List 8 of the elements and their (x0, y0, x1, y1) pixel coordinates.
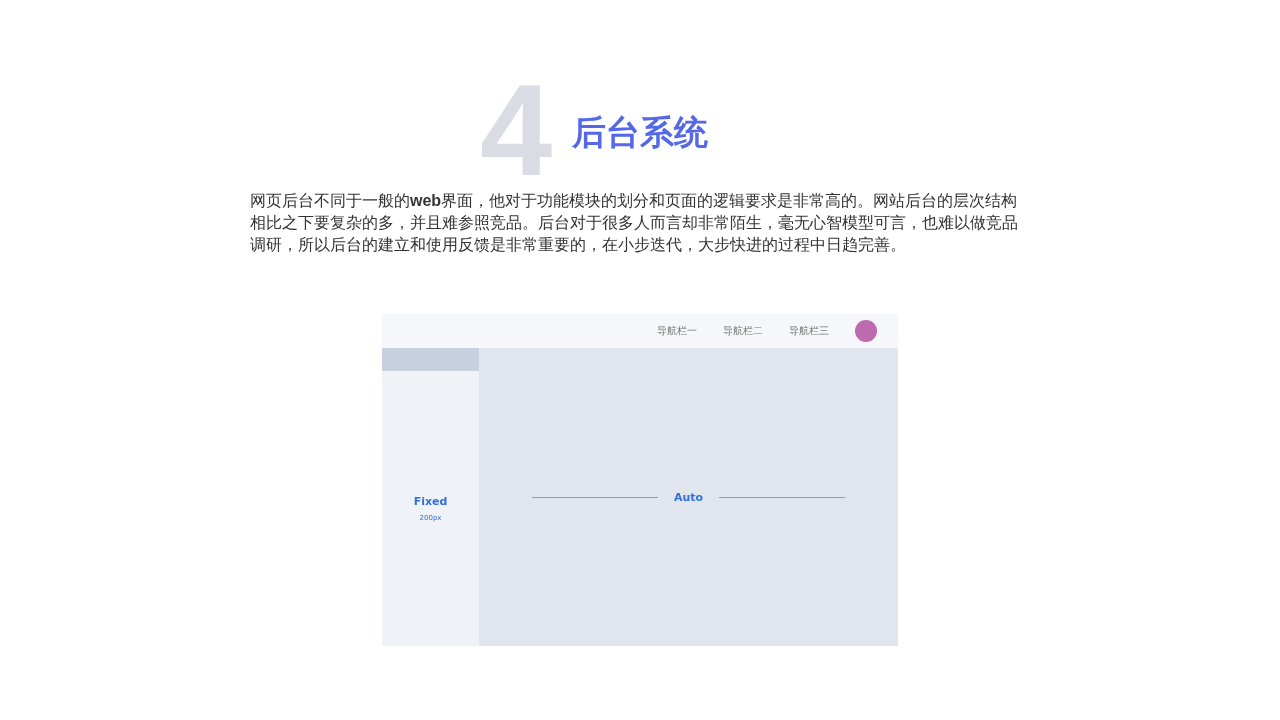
nav-item[interactable]: 导航栏一 (657, 324, 697, 338)
nav-item[interactable]: 导航栏二 (723, 324, 763, 338)
section-title: 后台系统 (572, 112, 708, 154)
sidebar-label: Fixed (413, 495, 448, 508)
avatar[interactable] (855, 320, 877, 342)
nav-item[interactable]: 导航栏三 (789, 324, 829, 338)
description-paragraph: 网页后台不同于一般的web界面，他对于功能模块的划分和页面的逻辑要求是非常高的。网站后台的层次结构相比之下要复杂的多，并且难参照竞品。后台对于很多人而言却非常陌生，毫无心智模型可言，也难以做竞品调研，所以后台的建立和使用反馈是非常重要的，在小步迭代，大步快进的过程中日趋完善。 (250, 191, 1019, 255)
content-label: Auto (673, 490, 704, 504)
